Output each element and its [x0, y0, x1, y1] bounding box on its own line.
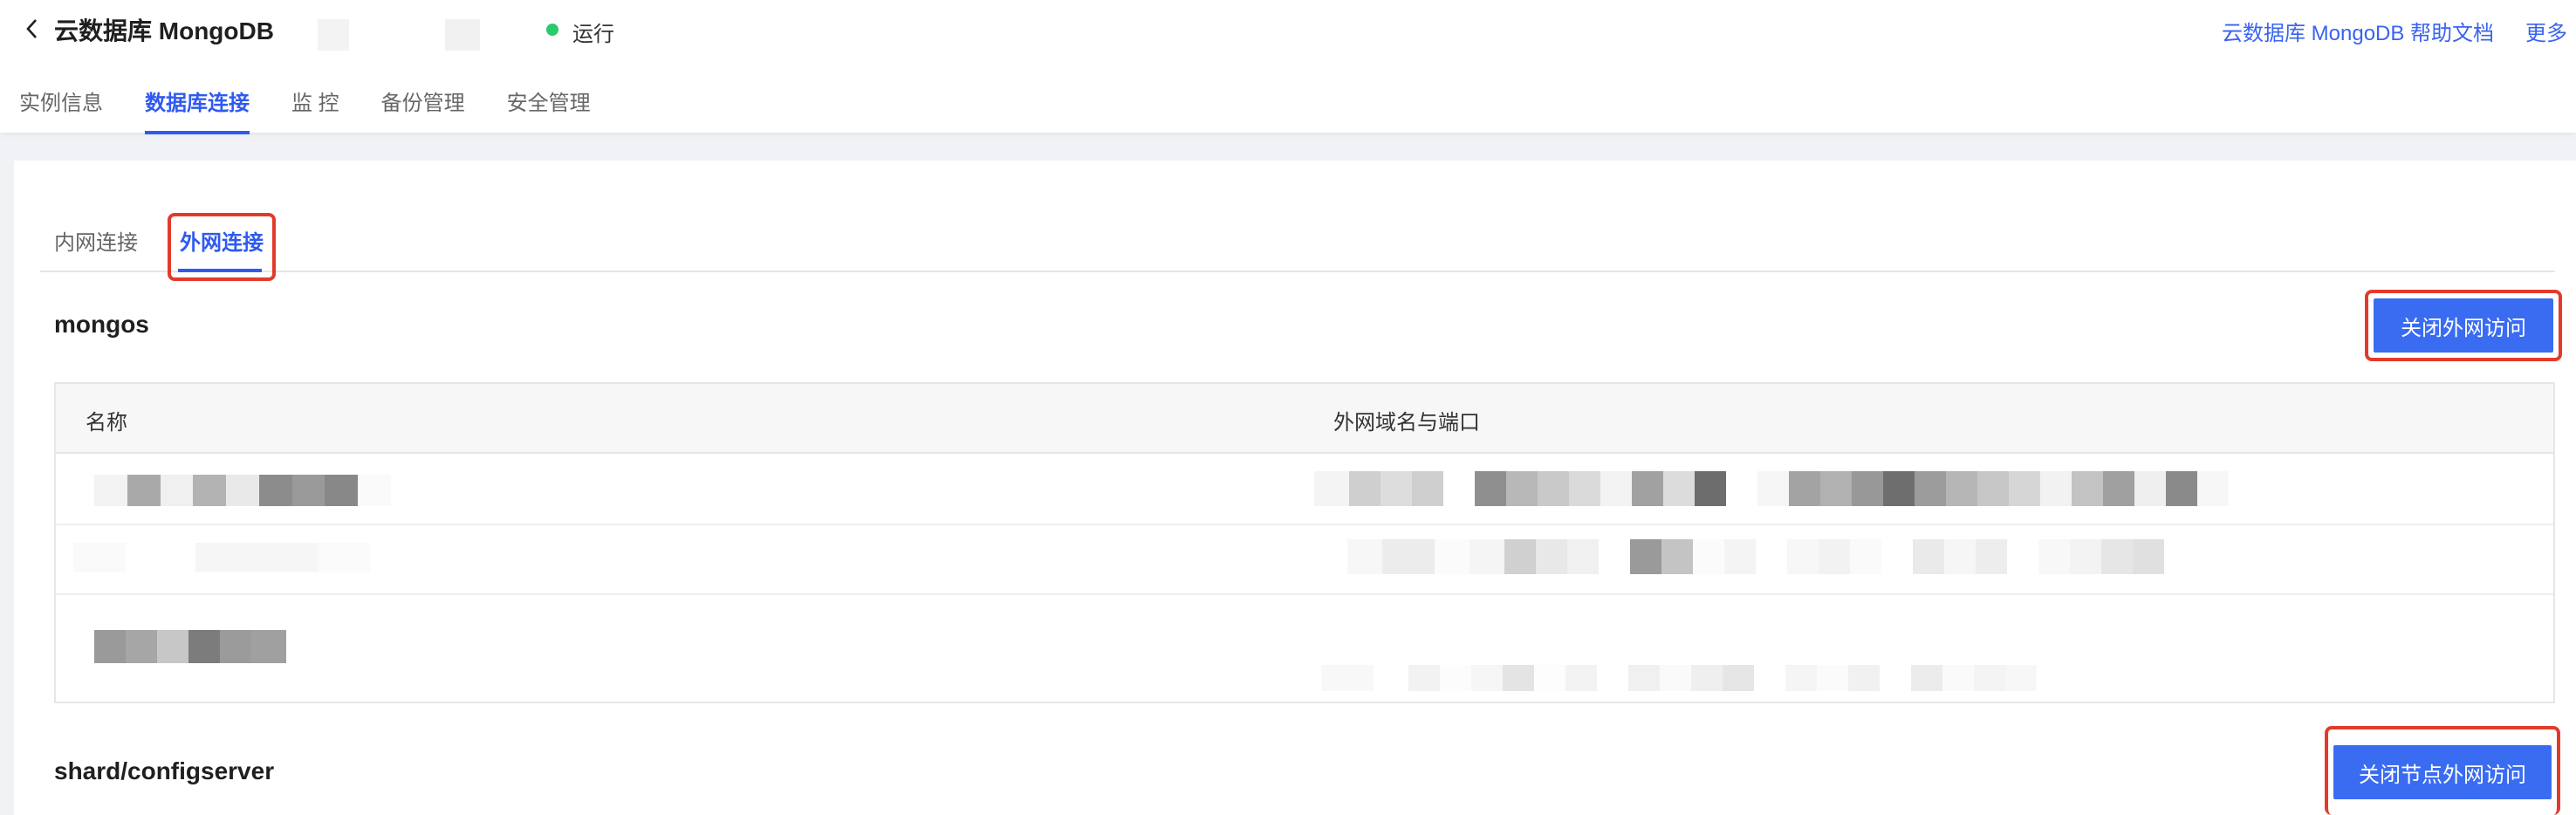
- nav-tabs: 实例信息 数据库连接 监 控 备份管理 安全管理: [19, 86, 633, 134]
- page-header: 云数据库 MongoDB 运行 云数据库 MongoDB 帮助文档 更多 实例信…: [0, 0, 2576, 134]
- column-header-name: 名称: [86, 411, 127, 435]
- tab-security[interactable]: 安全管理: [507, 86, 591, 134]
- status-text: 运行: [572, 23, 614, 46]
- shard-section-title: shard/configserver: [54, 757, 275, 784]
- table-row: [56, 455, 2553, 525]
- table-row: [56, 595, 2553, 703]
- chevron-left-icon[interactable]: [21, 16, 44, 42]
- redacted-domain: [1347, 539, 2299, 574]
- tab-db-connection[interactable]: 数据库连接: [145, 86, 250, 134]
- redacted-domain: [1314, 471, 2344, 506]
- mongos-section-title: mongos: [54, 311, 149, 338]
- column-header-domain: 外网域名与端口: [1333, 411, 1480, 435]
- highlight-box: [2325, 726, 2560, 815]
- redacted-name: [73, 543, 405, 572]
- redacted-name: [94, 630, 286, 663]
- mongos-table: 名称 外网域名与端口: [54, 382, 2555, 703]
- tab-instance-info[interactable]: 实例信息: [19, 86, 103, 134]
- tab-private-connection[interactable]: 内网连接: [54, 225, 138, 256]
- status-dot-icon: [546, 24, 558, 36]
- connection-sub-tabs: 内网连接 外网连接: [40, 222, 2555, 272]
- highlight-box: [168, 213, 276, 281]
- more-link[interactable]: 更多: [2525, 16, 2567, 46]
- page-title: 云数据库 MongoDB: [54, 17, 274, 45]
- redacted-instance-id: [318, 19, 349, 51]
- redacted-name: [94, 475, 392, 506]
- table-row: [56, 525, 2553, 595]
- highlight-box: [2365, 290, 2562, 361]
- redacted-instance-id: [445, 19, 480, 51]
- table-header: 名称 外网域名与端口: [56, 384, 2553, 454]
- tab-monitor[interactable]: 监 控: [291, 86, 339, 134]
- help-doc-link[interactable]: 云数据库 MongoDB 帮助文档: [2222, 16, 2494, 46]
- tab-backup[interactable]: 备份管理: [381, 86, 465, 134]
- redacted-domain: [1321, 665, 2281, 691]
